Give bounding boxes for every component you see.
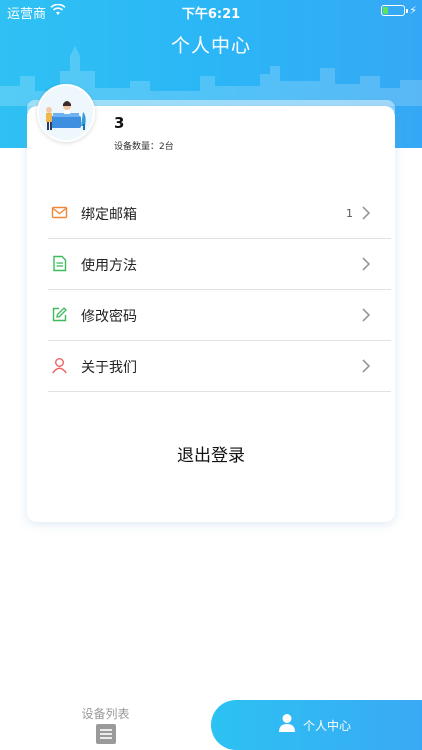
chevron-right-icon [362, 308, 371, 322]
battery-level [383, 7, 388, 14]
menu-item-about-us[interactable]: 关于我们 [48, 342, 391, 392]
menu-label: 使用方法 [81, 258, 137, 274]
menu-label: 绑定邮箱 [81, 207, 137, 223]
menu-label: 关于我们 [81, 360, 137, 376]
chevron-right-icon [362, 359, 371, 373]
logout-button[interactable]: 退出登录 [27, 441, 395, 466]
person-icon [52, 358, 67, 374]
edit-icon [52, 307, 67, 322]
menu-item-bind-email[interactable]: 绑定邮箱 1 [48, 189, 391, 239]
user-icon [279, 714, 295, 732]
device-count: 设备数量：2台 [114, 142, 174, 152]
menu-label: 修改密码 [81, 309, 137, 325]
battery-tip [406, 9, 408, 13]
mail-icon [51, 206, 68, 219]
list-icon [96, 724, 116, 744]
tab-label: 个人中心 [303, 719, 352, 733]
page-title: 个人中心 [170, 35, 251, 57]
chevron-right-icon [362, 257, 371, 271]
document-icon [53, 255, 67, 272]
username: 3 [114, 114, 125, 132]
menu-item-instructions[interactable]: 使用方法 [48, 240, 391, 290]
menu-item-change-password[interactable]: 修改密码 [48, 291, 391, 341]
status-bar: 运营商 下午6:21 ⚡ [0, 0, 422, 22]
battery-icon [381, 5, 408, 16]
tab-label: 设备列表 [81, 707, 130, 721]
tab-bar: 设备列表 个人中心 [0, 698, 422, 750]
charging-icon: ⚡ [409, 4, 417, 17]
avatar[interactable] [37, 84, 95, 142]
tab-device-list[interactable]: 设备列表 [0, 698, 211, 750]
clock-time: 下午6:21 [181, 7, 241, 22]
chevron-right-icon [362, 206, 371, 220]
tab-personal-center[interactable]: 个人中心 [211, 700, 422, 750]
email-count-badge: 1 [346, 207, 353, 220]
